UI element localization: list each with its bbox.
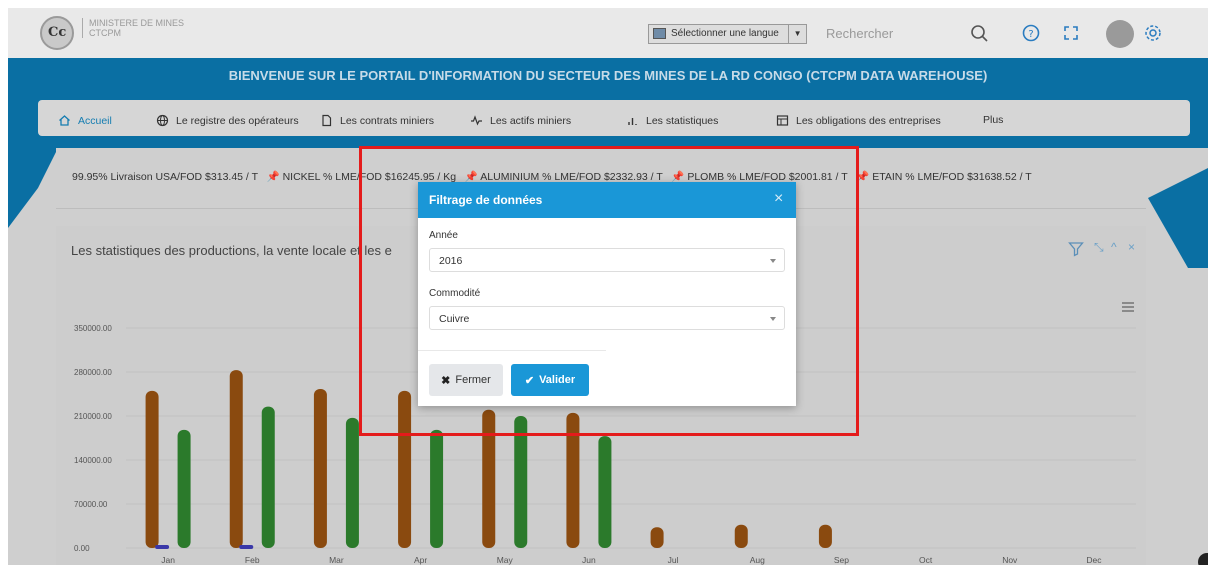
settings-icon[interactable] [1142,22,1164,44]
org-name: MINISTERE DE MINES CTCPM [82,18,184,38]
close-x-icon: ✖ [441,374,451,387]
nav-item-plus[interactable]: Plus [983,114,1003,126]
help-icon[interactable]: ? [1020,22,1042,44]
bar-series-2 [261,406,275,548]
language-select[interactable]: Sélectionner une langue ▼ [648,24,807,44]
x-tick-label: Sep [834,555,849,565]
x-tick-label: Aug [750,555,765,565]
nav-label-accueil: Accueil [78,114,112,127]
x-tick-label: Nov [1002,555,1018,565]
bar-series-2 [430,429,444,548]
chevron-down-icon [770,259,776,263]
bar-series-1 [818,524,832,548]
commodity-select[interactable]: Cuivre [429,306,785,330]
nav-label-actifs: Les actifs miniers [490,114,572,127]
svg-text:?: ? [1028,29,1033,40]
banner-swoosh-right [1148,168,1208,268]
chevron-down-icon [770,317,776,321]
y-tick-label: 140000.00 [74,456,112,465]
validate-button-label: Valider [539,374,576,386]
nav-item-contrats[interactable]: Les contrats miniers [320,114,434,127]
validate-button[interactable]: ✔ Valider [511,364,589,396]
ministry-logo[interactable]: Cc [40,16,74,50]
banner-title: BIENVENUE SUR LE PORTAIL D'INFORMATION D… [228,68,988,83]
modal-divider [418,350,606,351]
pin-icon: 📌 [266,171,280,183]
year-select[interactable]: 2016 [429,248,785,272]
year-label: Année [429,230,458,241]
document-icon [322,114,332,127]
ticker-item: 99.95% Livraison USA/FOD $313.45 / T [72,171,258,183]
org-line-2: CTCPM [89,28,121,38]
x-tick-label: Jan [161,555,175,565]
activity-icon [471,115,482,126]
x-tick-label: Dec [1086,555,1102,565]
x-tick-label: May [497,555,514,565]
y-tick-label: 280000.00 [74,368,112,377]
bar-series-1 [650,527,664,548]
avatar[interactable] [1106,20,1134,48]
nav-label-statistiques: Les statistiques [646,114,719,127]
nav-label-obligations: Les obligations des entreprises [796,114,941,127]
y-tick-label: 350000.00 [74,324,112,333]
modal-header: Filtrage de données × [418,182,796,218]
app-frame: Cc MINISTERE DE MINES CTCPM Sélectionner… [8,8,1208,565]
nav-item-accueil[interactable]: Accueil [58,114,112,127]
x-tick-label: Jun [582,555,596,565]
corner-badge-icon[interactable] [1198,553,1208,565]
top-header: Cc MINISTERE DE MINES CTCPM Sélectionner… [8,8,1208,58]
main-nav: Accueil Le registre des opérateurs Les c… [38,100,1190,136]
commodity-value: Cuivre [439,313,470,325]
nav-item-actifs[interactable]: Les actifs miniers [470,114,571,127]
x-tick-label: Apr [414,555,427,565]
ticker-item: ETAIN % LME/FOD $31638.52 / T [872,171,1032,183]
nav-item-statistiques[interactable]: Les statistiques [626,114,718,127]
bar-chart-icon [628,118,637,125]
filter-modal: Filtrage de données × Année 2016 Commodi… [418,182,796,406]
bar-series-3 [239,545,254,549]
bar-series-1 [229,370,243,548]
logo-text: Cc [48,25,67,40]
language-select-label: Sélectionner une langue [671,28,779,39]
x-tick-label: Feb [245,555,260,565]
y-tick-label: 210000.00 [74,412,112,421]
x-tick-label: Mar [329,555,344,565]
search-input[interactable]: Rechercher [826,26,893,41]
nav-label-registre: Le registre des opérateurs [176,114,299,127]
year-value: 2016 [439,255,463,267]
search-icon[interactable] [968,22,990,44]
table-icon [776,115,789,126]
bar-series-1 [145,390,159,548]
y-tick-label: 70000.00 [74,500,108,509]
x-tick-label: Jul [668,555,679,565]
close-button[interactable]: ✖ Fermer [429,364,503,396]
home-icon [59,115,70,126]
org-line-1: MINISTERE DE MINES [89,18,185,28]
close-icon[interactable]: × [774,191,783,207]
close-button-label: Fermer [455,374,491,386]
check-icon: ✔ [524,374,535,387]
bar-series-2 [598,436,612,548]
nav-item-obligations[interactable]: Les obligations des entreprises [776,114,941,127]
bar-series-2 [345,417,359,548]
commodity-label: Commodité [429,288,481,299]
bar-series-1 [313,388,327,548]
bar-series-3 [155,545,170,549]
fullscreen-icon[interactable] [1060,22,1082,44]
nav-item-registre[interactable]: Le registre des opérateurs [156,114,299,127]
nav-label-contrats: Les contrats miniers [340,114,434,127]
bar-series-2 [177,429,191,548]
modal-title: Filtrage de données [429,193,543,207]
x-tick-label: Oct [919,555,933,565]
bar-series-1 [734,524,748,548]
language-dropdown-arrow: ▼ [787,25,802,43]
nav-label-plus: Plus [983,114,1004,126]
globe-icon [156,114,169,127]
y-tick-label: 0.00 [74,544,90,553]
language-flag-icon [653,28,666,39]
